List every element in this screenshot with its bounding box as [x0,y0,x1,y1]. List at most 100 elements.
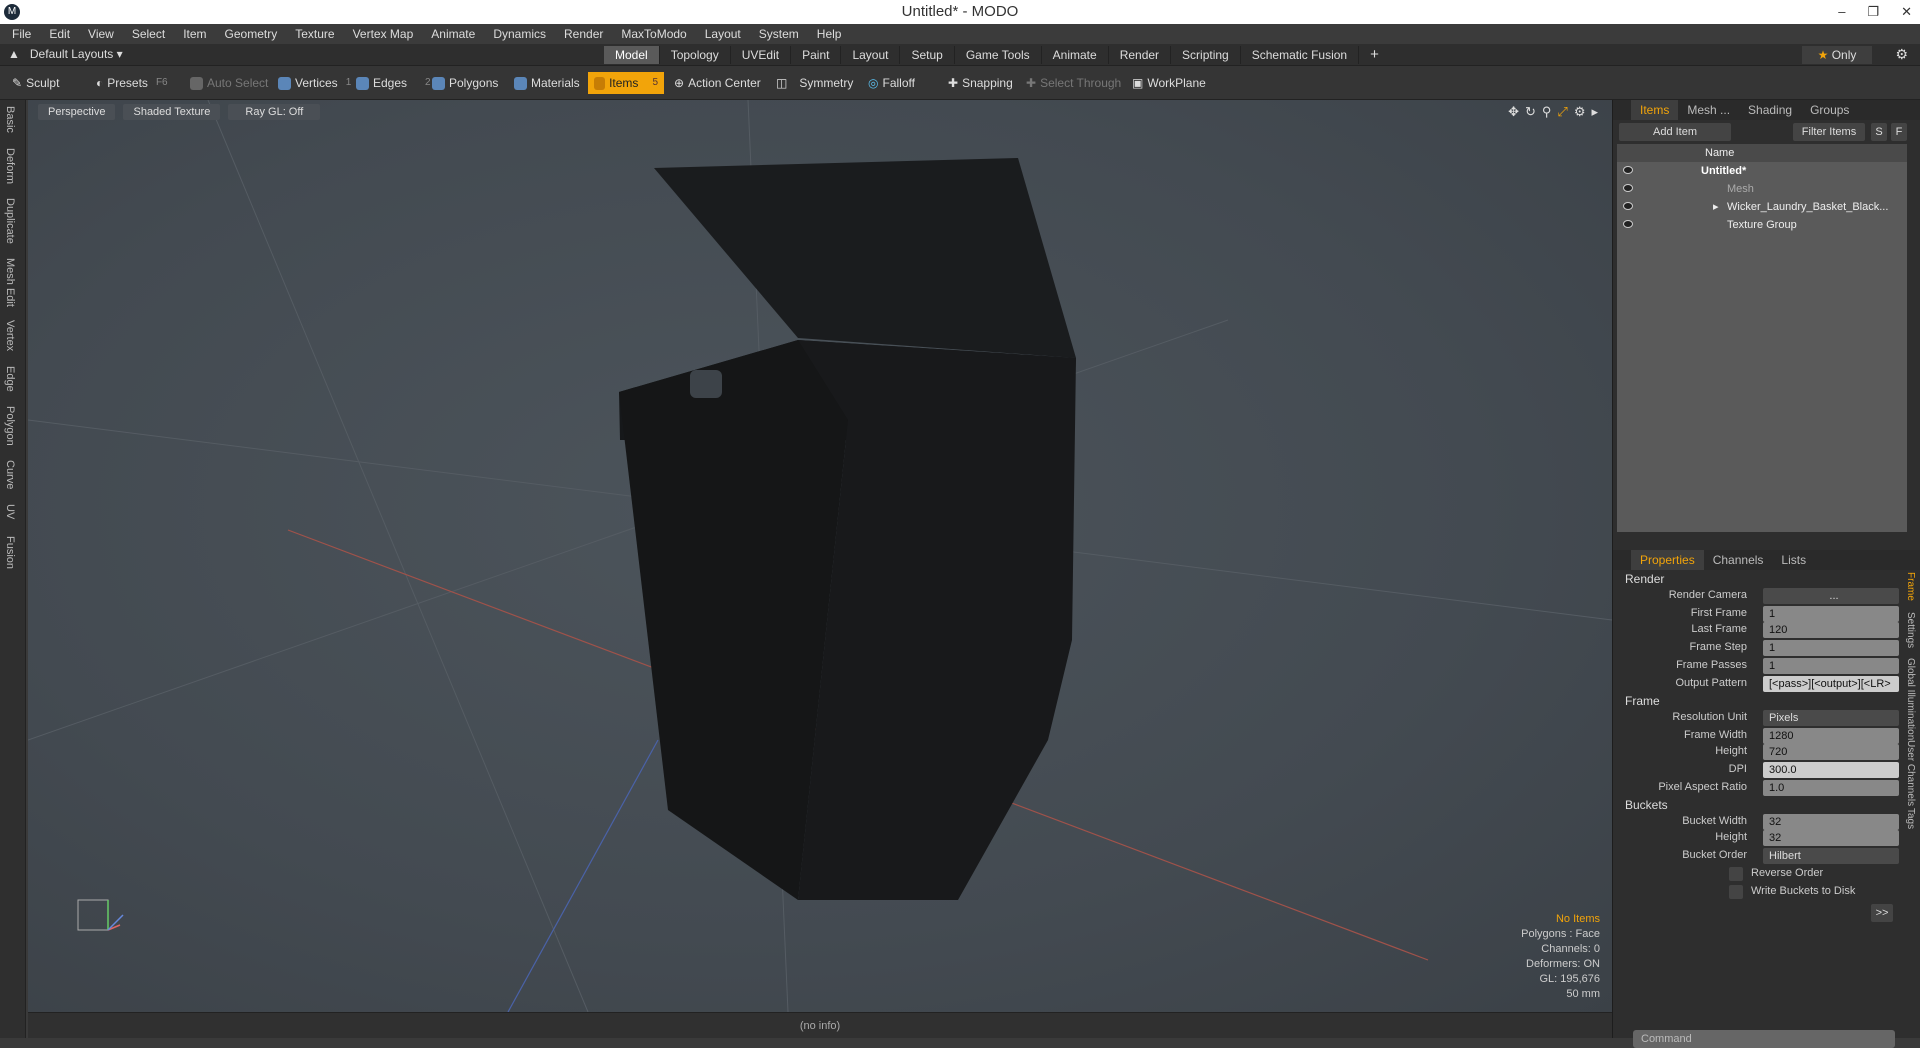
menu-system[interactable]: System [759,27,799,41]
menu-file[interactable]: File [12,27,31,41]
dpi-field[interactable]: 300.0 [1763,762,1899,778]
more-button[interactable]: >> [1871,904,1893,922]
left-tab-duplicate[interactable]: Duplicate [4,198,16,244]
tab-channels[interactable]: Channels [1704,550,1773,570]
left-tab-polygon[interactable]: Polygon [4,406,16,446]
list-item[interactable]: Texture Group [1617,216,1907,234]
add-tab-icon[interactable]: + [1359,46,1390,64]
last-frame-field[interactable]: 120 [1763,622,1899,638]
menu-dynamics[interactable]: Dynamics [493,27,546,41]
expand-arrow-icon[interactable]: ▸ [1713,198,1719,216]
visibility-eye-icon[interactable] [1623,184,1633,192]
close-icon[interactable]: ✕ [1901,0,1912,24]
default-layouts-dropdown[interactable]: ▲ Default Layouts ▾ [8,47,123,61]
side-tab-settings[interactable]: Settings [1905,612,1916,648]
shading-mode-button[interactable]: Shaded Texture [123,104,221,120]
side-tab-tags[interactable]: Tags [1905,808,1916,829]
tab-properties[interactable]: Properties [1631,550,1704,570]
output-pattern-field[interactable]: [<pass>][<output>][<LR> [1763,676,1899,692]
frame-height-field[interactable]: 720 [1763,744,1899,760]
tab-render[interactable]: Render [1109,46,1172,64]
gear-icon[interactable]: ⚙ [1895,46,1908,63]
zoom-icon[interactable]: ⚲ [1542,104,1552,120]
menu-view[interactable]: View [88,27,114,41]
command-input[interactable]: Command [1633,1030,1895,1048]
s-button[interactable]: S [1871,123,1887,141]
side-tab-user-channels[interactable]: User Channels [1905,740,1916,806]
raygl-button[interactable]: Ray GL: Off [228,104,321,120]
tab-topology[interactable]: Topology [660,46,731,64]
add-item-button[interactable]: Add Item [1619,123,1731,141]
tab-setup[interactable]: Setup [900,46,955,64]
edges-button[interactable]: Edges 2 [350,72,437,94]
3d-viewport[interactable]: Perspective Shaded Texture Ray GL: Off ✥… [28,100,1612,1012]
menu-edit[interactable]: Edit [49,27,70,41]
view-mode-button[interactable]: Perspective [38,104,116,120]
rotate-icon[interactable]: ↻ [1525,104,1536,120]
select-through-button[interactable]: ✚ Select Through [1020,72,1127,94]
write-buckets-checkbox[interactable] [1729,885,1743,899]
resolution-unit-select[interactable]: Pixels [1763,710,1899,726]
list-item[interactable]: Untitled* [1617,162,1907,180]
viewport-expand-icon[interactable]: ▸ [1591,104,1598,120]
minimize-icon[interactable]: – [1838,0,1845,24]
tab-uvedit[interactable]: UVEdit [731,46,792,64]
tab-model[interactable]: Model [604,46,660,64]
auto-select-button[interactable]: Auto Select [184,72,274,94]
menu-maxtomodo[interactable]: MaxToModo [621,27,686,41]
left-tab-vertex[interactable]: Vertex [4,320,16,351]
visibility-eye-icon[interactable] [1623,166,1633,174]
restore-icon[interactable]: ❐ [1867,0,1879,24]
tab-animate[interactable]: Animate [1042,46,1109,64]
left-tab-mesh-edit[interactable]: Mesh Edit [4,258,16,307]
menu-texture[interactable]: Texture [295,27,334,41]
presets-button[interactable]: ◐ Presets F6 [90,72,174,94]
frame-step-field[interactable]: 1 [1763,640,1899,656]
menu-animate[interactable]: Animate [431,27,475,41]
tab-mesh[interactable]: Mesh ... [1678,100,1739,120]
only-button[interactable]: ★ Only [1802,46,1872,64]
polygons-button[interactable]: Polygons [426,72,504,94]
tab-items[interactable]: Items [1631,100,1679,120]
falloff-button[interactable]: ◎ Falloff [862,72,921,94]
list-item[interactable]: ▸ Wicker_Laundry_Basket_Black... [1617,198,1907,216]
f-button[interactable]: F [1891,123,1907,141]
list-item[interactable]: Mesh [1617,180,1907,198]
snapping-button[interactable]: ✚ Snapping [942,72,1019,94]
fit-icon[interactable]: ⤢ [1557,104,1567,120]
materials-button[interactable]: Materials [508,72,586,94]
side-tab-frame[interactable]: Frame [1905,572,1916,601]
menu-select[interactable]: Select [132,27,165,41]
menu-vertex-map[interactable]: Vertex Map [353,27,414,41]
tab-paint[interactable]: Paint [791,46,842,64]
sculpt-button[interactable]: ✎ Sculpt [6,72,65,94]
bucket-order-select[interactable]: Hilbert [1763,848,1899,864]
vertices-button[interactable]: Vertices 1 [272,72,357,94]
visibility-eye-icon[interactable] [1623,220,1633,228]
menu-item[interactable]: Item [183,27,206,41]
symmetry-button[interactable]: ◫ Symmetry [770,72,859,94]
frame-passes-field[interactable]: 1 [1763,658,1899,674]
tab-groups[interactable]: Groups [1801,100,1858,120]
render-camera-select[interactable]: ... [1763,588,1899,604]
left-tab-basic[interactable]: Basic [4,106,16,133]
filter-items-input[interactable]: Filter Items [1793,123,1865,141]
action-center-button[interactable]: ⊕ Action Center [668,72,767,94]
reverse-order-checkbox[interactable] [1729,867,1743,881]
tab-scripting[interactable]: Scripting [1171,46,1241,64]
menu-render[interactable]: Render [564,27,603,41]
frame-width-field[interactable]: 1280 [1763,728,1899,744]
side-tab-global-illumination[interactable]: Global Illumination [1905,658,1916,740]
menu-help[interactable]: Help [817,27,842,41]
tab-layout[interactable]: Layout [841,46,901,64]
items-button[interactable]: Items 5 [588,72,664,94]
workplane-button[interactable]: ▣ WorkPlane [1126,72,1212,94]
bucket-width-field[interactable]: 32 [1763,814,1899,830]
left-tab-deform[interactable]: Deform [4,148,16,184]
left-tab-fusion[interactable]: Fusion [4,536,16,569]
pixel-aspect-field[interactable]: 1.0 [1763,780,1899,796]
first-frame-field[interactable]: 1 [1763,606,1899,622]
tab-lists[interactable]: Lists [1772,550,1815,570]
tab-game-tools[interactable]: Game Tools [955,46,1042,64]
left-tab-uv[interactable]: UV [4,504,16,519]
